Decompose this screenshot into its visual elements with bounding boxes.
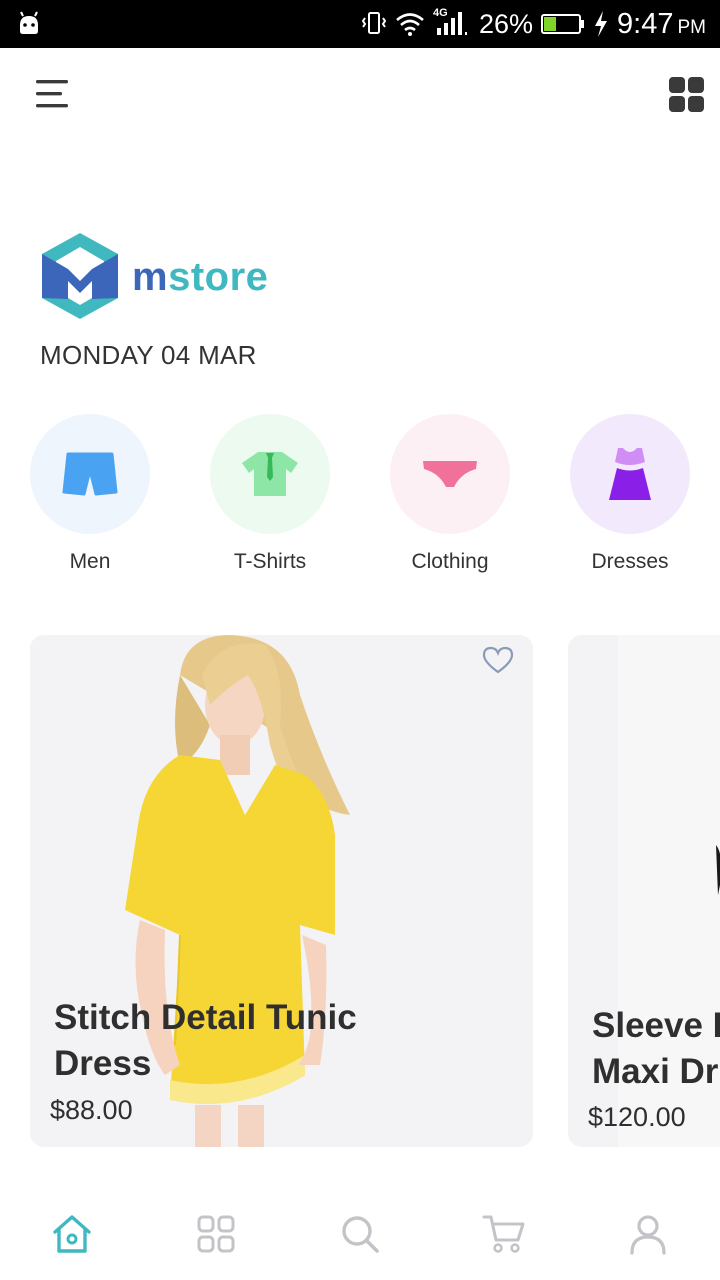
battery-percent: 26% (479, 8, 534, 39)
profile-icon (630, 1215, 666, 1255)
category-icon-circle (30, 414, 150, 534)
brand-name: mstore (132, 255, 268, 300)
product-title-line2: Dress (54, 1044, 152, 1083)
current-date: MONDAY 04 MAR (40, 340, 257, 370)
category-label: Men (69, 550, 111, 573)
bottom-navigation (0, 1190, 720, 1280)
brand-logo: mstore (38, 229, 268, 323)
nav-search[interactable] (336, 1210, 384, 1258)
search-icon (342, 1216, 379, 1253)
nav-cart[interactable] (480, 1210, 528, 1258)
category-icon-circle (210, 414, 330, 534)
nav-categories[interactable] (192, 1210, 240, 1258)
category-icon-circle (570, 414, 690, 534)
favorite-heart-icon[interactable] (481, 645, 515, 675)
category-label: Clothing (411, 550, 489, 573)
brand-name-m: m (132, 254, 169, 299)
android-notification-icon (20, 11, 38, 34)
hamburger-menu-icon[interactable] (34, 76, 74, 112)
product-title: Sleeve D (592, 1006, 720, 1045)
category-clothing[interactable]: Clothing (360, 414, 540, 574)
clock-ampm: PM (677, 17, 707, 38)
charging-icon (595, 11, 608, 37)
dress-icon (609, 448, 651, 500)
cart-icon (482, 1215, 525, 1253)
product-title: Stitch Detail Tunic (54, 998, 357, 1037)
product-card[interactable]: Sleeve D Maxi Dr $120.00 (568, 635, 720, 1147)
category-label: T-Shirts (233, 550, 307, 573)
nav-profile[interactable] (624, 1210, 672, 1258)
product-title-line2: Maxi Dr (592, 1052, 719, 1091)
clock-time: 9:47 (617, 7, 674, 40)
battery-icon (541, 14, 585, 34)
product-carousel[interactable]: Stitch Detail Tunic Dress $88.00 Sleeve … (0, 635, 720, 1147)
category-label: Dresses (591, 550, 669, 573)
category-dresses[interactable]: Dresses (540, 414, 720, 574)
category-men[interactable]: Men (0, 414, 180, 574)
product-price: $88.00 (50, 1095, 133, 1125)
categories-icon (197, 1215, 235, 1253)
category-tshirts[interactable]: T-Shirts (180, 414, 360, 574)
underwear-icon (423, 461, 477, 487)
category-list: Men T-Shirts Clothing Dresses (0, 414, 720, 584)
signal-icon: 4G (433, 7, 471, 39)
home-icon (53, 1215, 91, 1253)
mstore-logo-icon (42, 233, 118, 319)
wifi-icon (396, 13, 424, 36)
status-bar: 4G 26% 9:47 PM (0, 0, 720, 48)
brand-name-rest: store (168, 254, 269, 299)
grid-view-icon[interactable] (668, 76, 706, 114)
tshirt-icon (242, 452, 298, 496)
vibrate-icon (361, 12, 387, 34)
product-price: $120.00 (588, 1102, 686, 1132)
product-card[interactable]: Stitch Detail Tunic Dress $88.00 (30, 635, 533, 1147)
category-icon-circle (390, 414, 510, 534)
nav-home[interactable] (48, 1210, 96, 1258)
shorts-icon (62, 452, 118, 496)
